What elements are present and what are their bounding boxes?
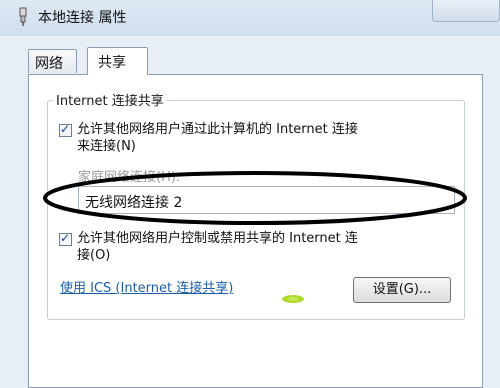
tab-network[interactable]: 网络 [28,49,77,73]
close-button[interactable] [432,0,500,22]
allow-control-label-line1[interactable]: 允许其他网络用户控制或禁用共享的 Internet 连 [77,231,358,247]
allow-control-checkbox[interactable]: ✓ [59,231,72,246]
checkmark-icon: ✓ [60,231,71,245]
annotation-ellipse [43,171,467,225]
properties-dialog: 本地连接 属性 网络 共享 Internet 连接共享 ✓ 允许其他网络用户通过… [0,0,500,388]
network-connection-icon [19,7,27,26]
allow-control-label-line2[interactable]: 接(O) [77,248,110,264]
ics-help-link[interactable]: 使用 ICS (Internet 连接共享) [60,277,233,296]
allow-connect-checkbox[interactable]: ✓ [59,122,72,137]
ics-group-label: Internet 连接共享 [53,90,167,109]
window-title: 本地连接 属性 [38,10,127,26]
checkmark-icon: ✓ [60,122,71,136]
cursor-highlight [282,295,304,303]
allow-connect-label-line2[interactable]: 来连接(N) [77,139,136,155]
settings-button[interactable]: 设置(G)... [353,277,451,303]
title-bar[interactable]: 本地连接 属性 [0,0,500,36]
allow-connect-label-line1[interactable]: 允许其他网络用户通过此计算机的 Internet 连接 [77,122,358,138]
tab-sharing[interactable]: 共享 [87,47,148,75]
